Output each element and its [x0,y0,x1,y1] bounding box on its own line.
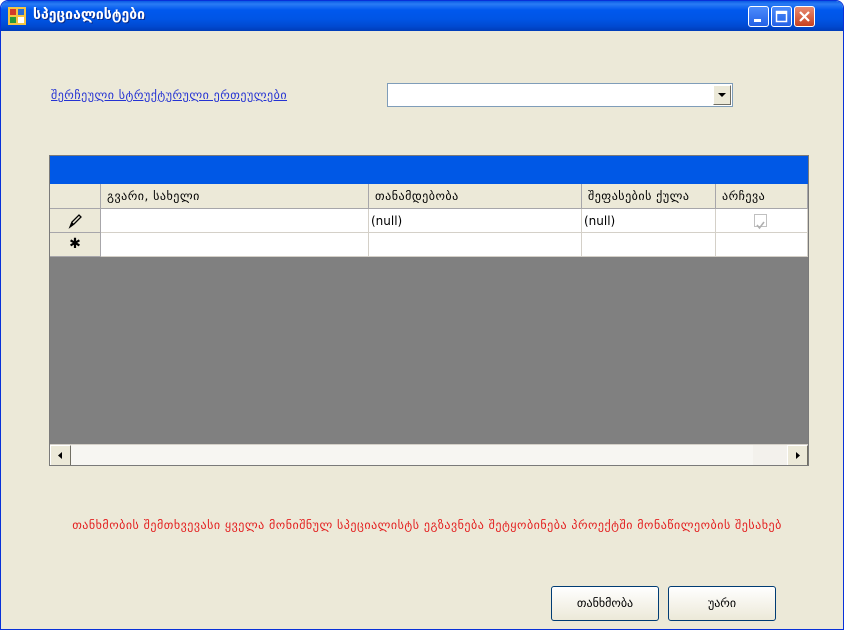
chevron-down-icon [718,93,726,97]
new-cell-score[interactable] [582,233,716,257]
app-icon [8,7,26,25]
selected-units-link[interactable]: შერჩეული სტრუქტურული ერთეულები [51,88,287,102]
cell-position[interactable]: (null) [369,209,582,233]
cell-select[interactable] [716,209,808,233]
units-combobox[interactable] [387,83,733,107]
decline-button[interactable]: უარი [668,586,776,621]
checkmark-icon [756,221,765,230]
title-bar[interactable]: სპეციალისტები [1,1,843,31]
row-header[interactable] [50,209,101,233]
minimize-button[interactable] [748,6,769,27]
horizontal-scrollbar[interactable] [50,444,808,465]
new-row[interactable]: ✱ [50,233,808,257]
column-header-name[interactable]: გვარი, სახელი [101,184,369,209]
new-cell-select[interactable] [716,233,808,257]
close-button[interactable] [794,6,815,27]
scroll-right-button[interactable] [787,445,808,465]
window-title: სპეციალისტები [33,7,146,23]
grid-header-row: გვარი, სახელი თანამდებობა შეფასების ქულა… [50,184,808,209]
scroll-left-button[interactable] [50,445,71,465]
new-row-header[interactable]: ✱ [50,233,101,257]
specialists-grid[interactable]: გვარი, სახელი თანამდებობა შეფასების ქულა… [49,155,809,466]
column-header-position[interactable]: თანამდებობა [369,184,582,209]
select-checkbox[interactable] [754,214,767,230]
cell-name[interactable] [101,209,369,233]
agree-button[interactable]: თანხმობა [551,586,659,621]
column-header-select[interactable]: არჩევა [716,184,808,209]
cell-score[interactable]: (null) [582,209,716,233]
new-cell-name[interactable] [101,233,369,257]
column-header-score[interactable]: შეფასების ქულა [582,184,716,209]
pencil-icon [68,214,82,229]
scroll-thumb[interactable] [71,445,753,465]
arrow-right-icon [796,452,800,459]
table-row[interactable]: (null) (null) [50,209,808,233]
arrow-left-icon [58,452,62,459]
asterisk-icon: ✱ [69,236,81,252]
specialists-window: სპეციალისტები შერჩეული სტრუქტურული ერთეუ… [0,0,844,630]
maximize-button[interactable] [771,6,792,27]
consent-message: თანხმობის შემთხვევასი ყველა მონიშნულ სპე… [72,518,782,532]
corner-header [50,184,101,209]
grid-caption-bar [50,156,808,184]
combo-dropdown-button[interactable] [713,85,731,105]
new-cell-position[interactable] [369,233,582,257]
